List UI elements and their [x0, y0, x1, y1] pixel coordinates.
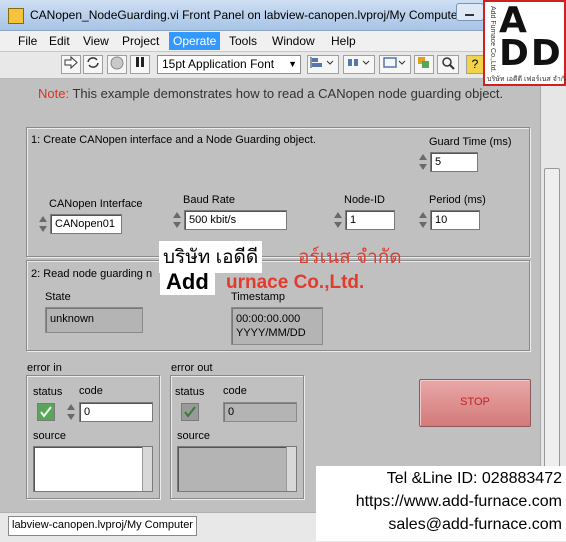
watermark-thai-name-red: อร์เนส จำกัด: [298, 247, 402, 268]
contact-tel: Tel &Line ID: 028883472: [386, 470, 562, 487]
error-in-source-scrollbar[interactable]: [142, 447, 152, 491]
reorder-icon[interactable]: [414, 55, 434, 74]
search-icon[interactable]: [437, 55, 459, 74]
error-out-status-label: status: [175, 386, 205, 398]
guard-time-field[interactable]: 5: [430, 152, 478, 172]
run-arrow-icon[interactable]: [61, 55, 81, 74]
period-spinner-icon[interactable]: [419, 210, 428, 230]
align-icon[interactable]: [307, 55, 339, 74]
font-select-value: 15pt Application Font: [162, 57, 275, 71]
error-out-code-label: code: [223, 385, 247, 397]
canopen-interface-label: CANopen Interface: [49, 198, 143, 210]
abort-icon[interactable]: [107, 55, 127, 74]
distribute-icon[interactable]: [343, 55, 375, 74]
guard-time-spinner-icon[interactable]: [419, 152, 428, 172]
error-out-source-scrollbar[interactable]: [286, 447, 296, 491]
vi-icon: [8, 8, 24, 24]
menu-operate[interactable]: Operate: [169, 32, 221, 50]
window-title: CANopen_NodeGuarding.vi Front Panel on l…: [30, 8, 462, 22]
run-continuously-icon[interactable]: [83, 55, 103, 74]
timestamp-indicator: 00:00:00.000 YYYY/MM/DD: [231, 307, 323, 345]
help-icon[interactable]: ?: [466, 55, 484, 74]
stop-button[interactable]: STOP: [419, 379, 531, 427]
baud-rate-field[interactable]: 500 kbit/s: [184, 210, 287, 230]
contact-url: https://www.add-furnace.com: [355, 493, 562, 510]
checkmark-icon: [40, 406, 52, 418]
error-in-status-label: status: [33, 386, 63, 398]
error-out-source-indicator: [177, 446, 297, 492]
state-label: State: [45, 291, 71, 303]
project-path: labview-canopen.lvproj/My Computer: [8, 516, 197, 536]
error-out-status-led: [181, 403, 199, 421]
logo-letters: A DD: [499, 0, 563, 74]
period-label: Period (ms): [429, 194, 486, 206]
menu-edit[interactable]: Edit: [49, 34, 70, 48]
period-field[interactable]: 10: [430, 210, 480, 230]
company-logo: Add Furnace Co.,Ltd. A DD บริษัท เอดีดี เ…: [483, 0, 566, 86]
chevron-down-icon: ▼: [288, 59, 297, 69]
section-2-title: 2: Read node guarding n: [31, 268, 153, 280]
canopen-interface-field[interactable]: CANopen01: [50, 214, 122, 234]
toolbar: 15pt Application Font ▼ ?: [0, 52, 486, 79]
menu-tools[interactable]: Tools: [229, 34, 257, 48]
font-select[interactable]: 15pt Application Font ▼: [157, 55, 301, 74]
minimize-button[interactable]: [456, 3, 484, 21]
resize-icon[interactable]: [379, 55, 411, 74]
watermark-company: urnace Co.,Ltd.: [226, 272, 365, 293]
error-in-status-led[interactable]: [37, 403, 55, 421]
front-panel: Note: This example demonstrates how to r…: [0, 79, 540, 512]
error-in-source-field[interactable]: [33, 446, 153, 492]
section-create-interface: 1: Create CANopen interface and a Node G…: [26, 127, 530, 257]
logo-thai-text: บริษัท เอดีดี เฟอร์เนส จำกัด: [487, 76, 566, 83]
error-in-source-label: source: [33, 430, 67, 442]
watermark-add: Add: [160, 269, 215, 295]
vertical-scrollbar-thumb[interactable]: [544, 168, 560, 500]
node-id-label: Node-ID: [344, 194, 385, 206]
error-out-code-indicator: 0: [223, 402, 297, 422]
menu-file[interactable]: File: [18, 34, 37, 48]
logo-vertical-text: Add Furnace Co.,Ltd.: [489, 6, 496, 72]
error-out-source-label: source: [177, 430, 211, 442]
error-in-code-spinner-icon[interactable]: [67, 402, 76, 422]
node-id-field[interactable]: 1: [345, 210, 395, 230]
error-in-code-field[interactable]: 0: [79, 402, 153, 422]
note-prefix: Note:: [38, 86, 70, 101]
checkmark-icon: [184, 406, 196, 418]
error-in-cluster: error in status code 0 source: [26, 362, 160, 499]
interface-browse-icon[interactable]: [39, 214, 48, 234]
error-in-title: error in: [27, 362, 62, 374]
menu-view[interactable]: View: [83, 34, 109, 48]
error-out-cluster: error out status code 0 source: [170, 362, 304, 499]
section-1-title: 1: Create CANopen interface and a Node G…: [31, 134, 316, 146]
baud-rate-label: Baud Rate: [183, 194, 235, 206]
state-indicator: unknown: [45, 307, 143, 333]
contact-info: Tel &Line ID: 028883472 https://www.add-…: [316, 466, 566, 541]
guard-time-label: Guard Time (ms): [429, 136, 512, 148]
error-in-code-label: code: [79, 385, 103, 397]
menu-help[interactable]: Help: [331, 34, 356, 48]
menu-bar: File Edit View Project Operate Tools Win…: [0, 31, 486, 52]
note-text: This example demonstrates how to read a …: [69, 86, 504, 101]
menu-window[interactable]: Window: [272, 34, 315, 48]
contact-email: sales@add-furnace.com: [388, 516, 562, 533]
example-note: Note: This example demonstrates how to r…: [38, 86, 503, 101]
menu-project[interactable]: Project: [122, 34, 159, 48]
baud-rate-spinner-icon[interactable]: [173, 210, 182, 230]
node-id-spinner-icon[interactable]: [334, 210, 343, 230]
error-out-title: error out: [171, 362, 213, 374]
pause-icon[interactable]: [130, 55, 150, 74]
